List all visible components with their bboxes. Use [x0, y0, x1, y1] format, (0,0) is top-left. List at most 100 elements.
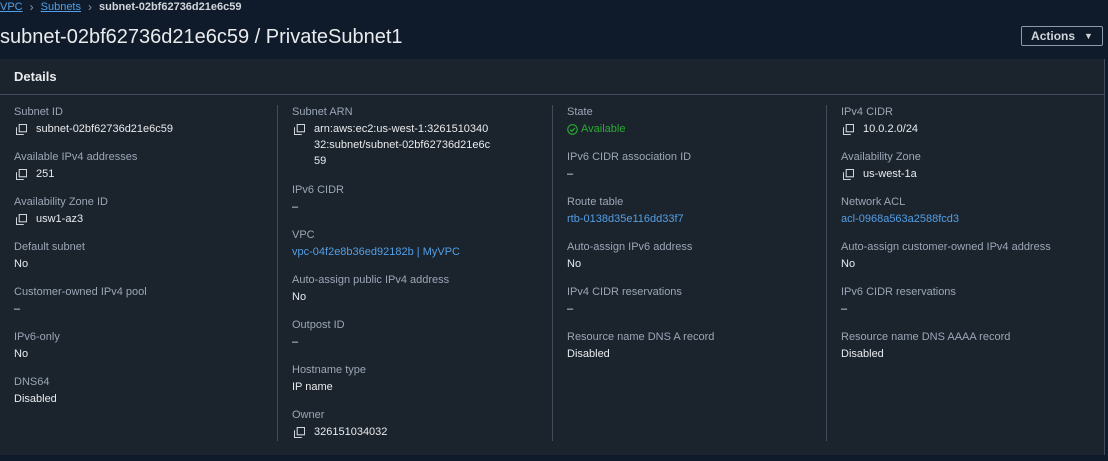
field-label: Outpost ID [292, 319, 345, 331]
field-label: Owner [292, 409, 325, 421]
field-value: – [292, 199, 552, 215]
field-value: – [567, 166, 826, 182]
field-label: Subnet ARN [292, 106, 353, 118]
copy-icon[interactable] [15, 168, 28, 181]
details-column-3: State Available IPv6 CIDR association ID – R… [552, 105, 826, 441]
field-value: No [14, 346, 277, 362]
actions-label: Actions [1031, 29, 1076, 43]
field-availability-zone: Availability Zone us-west-1a [841, 150, 1105, 195]
field-resource-name-dns-a-record: Resource name DNS A record Disabled [567, 330, 826, 375]
field-value-text: – [292, 201, 299, 213]
field-label: Auto-assign IPv6 address [567, 241, 693, 253]
field-value-text: Disabled [14, 393, 57, 405]
details-panel: Details Subnet ID subnet-02bf62736d21e6c5… [0, 59, 1105, 455]
status-text: Available [581, 123, 626, 135]
field-label: Resource name DNS AAAA record [841, 331, 1011, 343]
field-vpc: VPC vpc-04f2e8b36ed92182b | MyVPC [292, 228, 552, 273]
check-circle-icon [567, 123, 578, 135]
actions-button[interactable]: Actions ▼ [1021, 26, 1103, 46]
field-value-text: 326151034032 [314, 426, 388, 438]
caret-down-icon: ▼ [1084, 31, 1093, 41]
field-value-text: No [292, 291, 307, 303]
copy-icon[interactable] [842, 168, 855, 181]
field-value: subnet-02bf62736d21e6c59 [14, 121, 277, 137]
field-subnet-id: Subnet ID subnet-02bf62736d21e6c59 [14, 105, 277, 150]
field-value: rtb-0138d35e116dd33f7 [567, 211, 826, 227]
field-outpost-id: Outpost ID – [292, 318, 552, 363]
field-label: Resource name DNS A record [567, 331, 715, 343]
field-availability-zone-id: Availability Zone ID usw1-az3 [14, 195, 277, 240]
subnet-details-page: VPC › Subnets › subnet-02bf62736d21e6c59… [0, 0, 1108, 461]
breadcrumb-current: subnet-02bf62736d21e6c59 [99, 1, 242, 13]
copy-icon[interactable] [15, 213, 28, 226]
field-resource-name-dns-aaaa-record: Resource name DNS AAAA record Disabled [841, 330, 1105, 375]
field-value-text: Disabled [841, 348, 884, 360]
details-panel-header: Details [0, 59, 1104, 95]
field-value: No [567, 256, 826, 272]
field-value: 10.0.2.0/24 [841, 121, 1105, 137]
field-route-table: Route table rtb-0138d35e116dd33f7 [567, 195, 826, 240]
field-ipv6-cidr-reservations: IPv6 CIDR reservations – [841, 285, 1105, 330]
field-auto-assign-customer-owned-ipv4-address: Auto-assign customer-owned IPv4 address N… [841, 240, 1105, 285]
details-column-1: Subnet ID subnet-02bf62736d21e6c59 Availab… [0, 105, 277, 441]
bottom-strip [0, 455, 1108, 461]
field-subnet-arn: Subnet ARN arn:aws:ec2:us-west-1:32615103… [292, 105, 552, 183]
field-owner: Owner 326151034032 [292, 408, 552, 453]
breadcrumb-vpc-link[interactable]: VPC [0, 1, 23, 13]
field-value: – [841, 301, 1105, 317]
field-label: Available IPv4 addresses [14, 151, 138, 163]
copy-icon[interactable] [293, 123, 306, 136]
field-ipv4-cidr: IPv4 CIDR 10.0.2.0/24 [841, 105, 1105, 150]
field-value-text: No [14, 258, 29, 270]
field-label: State [567, 106, 593, 118]
field-value: usw1-az3 [14, 211, 277, 227]
field-ipv6-only: IPv6-only No [14, 330, 277, 375]
field-value: IP name [292, 379, 552, 395]
breadcrumb-subnets-link[interactable]: Subnets [41, 1, 81, 13]
copy-icon[interactable] [293, 426, 306, 439]
field-value: acl-0968a563a2588fcd3 [841, 211, 1105, 227]
field-label: IPv4 CIDR [841, 106, 893, 118]
field-value: – [292, 334, 552, 350]
field-value-link[interactable]: vpc-04f2e8b36ed92182b | MyVPC [292, 244, 460, 260]
field-value: 326151034032 [292, 424, 552, 440]
field-value: arn:aws:ec2:us-west-1:326151034032:subne… [292, 121, 552, 169]
breadcrumb: VPC › Subnets › subnet-02bf62736d21e6c59 [0, 0, 241, 14]
chevron-right-icon: › [88, 0, 92, 14]
field-label: Hostname type [292, 364, 366, 376]
details-columns: Subnet ID subnet-02bf62736d21e6c59 Availab… [0, 105, 1105, 441]
field-auto-assign-public-ipv4-address: Auto-assign public IPv4 address No [292, 273, 552, 318]
field-value-link[interactable]: acl-0968a563a2588fcd3 [841, 211, 959, 227]
field-label: Auto-assign customer-owned IPv4 address [841, 241, 1051, 253]
field-value: – [567, 301, 826, 317]
field-network-acl: Network ACL acl-0968a563a2588fcd3 [841, 195, 1105, 240]
field-label: IPv4 CIDR reservations [567, 286, 682, 298]
copy-icon[interactable] [842, 123, 855, 136]
field-value: 251 [14, 166, 277, 182]
copy-icon[interactable] [15, 123, 28, 136]
field-value-text: IP name [292, 381, 333, 393]
field-ipv4-cidr-reservations: IPv4 CIDR reservations – [567, 285, 826, 330]
field-label: IPv6 CIDR association ID [567, 151, 692, 163]
field-label: IPv6-only [14, 331, 60, 343]
field-value-text: No [14, 348, 29, 360]
field-value-text: No [841, 258, 856, 270]
field-label: IPv6 CIDR reservations [841, 286, 956, 298]
field-dns64: DNS64 Disabled [14, 375, 277, 420]
chevron-right-icon: › [29, 0, 34, 14]
field-value: Disabled [567, 346, 826, 362]
field-value: No [292, 289, 552, 305]
field-label: Default subnet [14, 241, 85, 253]
details-column-4: IPv4 CIDR 10.0.2.0/24 Availability Zone us-… [826, 105, 1105, 441]
field-auto-assign-ipv6-address: Auto-assign IPv6 address No [567, 240, 826, 285]
status-badge: Available [567, 121, 625, 137]
field-value: Available [567, 121, 826, 137]
field-label: Auto-assign public IPv4 address [292, 274, 450, 286]
field-state: State Available [567, 105, 826, 150]
details-column-2: Subnet ARN arn:aws:ec2:us-west-1:32615103… [277, 105, 552, 441]
field-value-link[interactable]: rtb-0138d35e116dd33f7 [567, 211, 684, 227]
field-value-text: arn:aws:ec2:us-west-1:326151034032:subne… [314, 123, 491, 167]
field-value-text: Disabled [567, 348, 610, 360]
field-hostname-type: Hostname type IP name [292, 363, 552, 408]
field-label: Availability Zone [841, 151, 921, 163]
